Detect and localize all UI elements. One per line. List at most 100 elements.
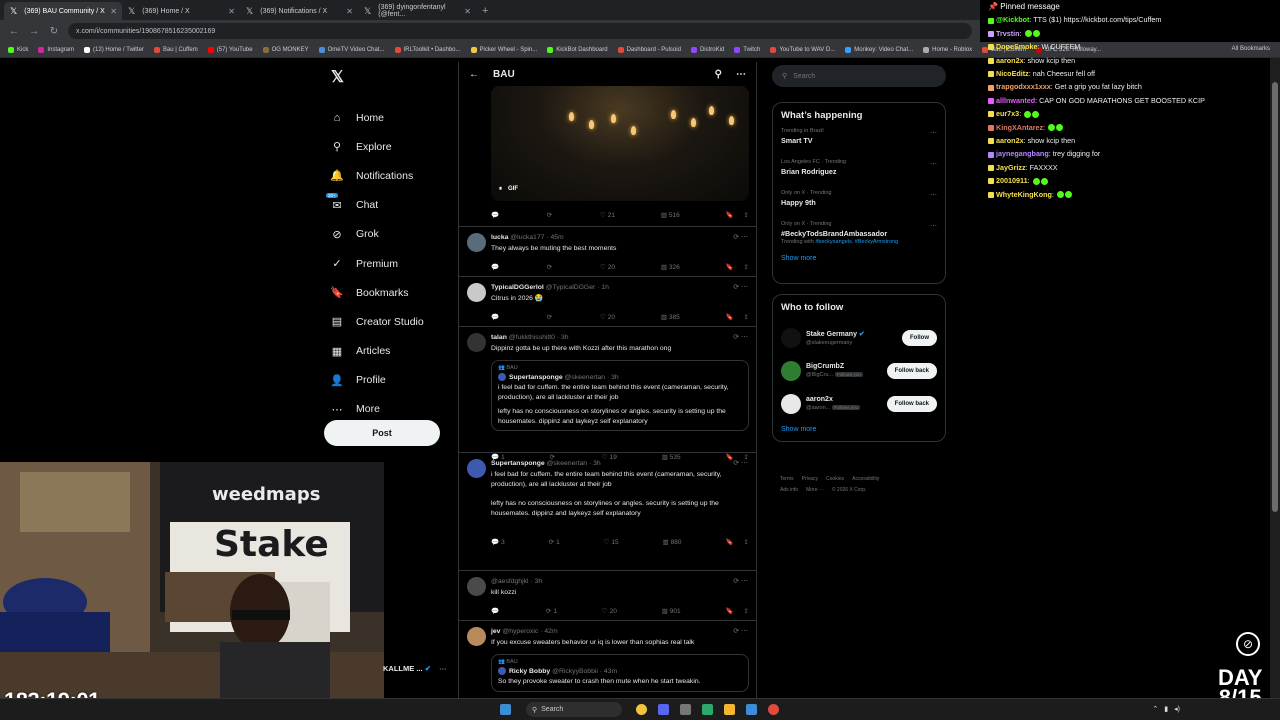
repost-button[interactable]: ⟳ — [547, 211, 554, 219]
chrome-icon[interactable] — [768, 704, 779, 715]
more-options-icon[interactable]: ⟳ ⋯ — [733, 459, 748, 467]
bookmark-item[interactable]: Monkey: Video Chat... — [845, 46, 913, 53]
nav-item-creator-studio[interactable]: ▤ Creator Studio — [324, 307, 444, 336]
nav-item-chat[interactable]: ✉ 20+ Chat — [324, 191, 444, 220]
trend-more-icon[interactable]: ⋯ — [930, 222, 937, 230]
follow-name[interactable]: aaron2x — [806, 396, 833, 403]
author-name[interactable]: talan — [491, 334, 507, 341]
account-menu-icon[interactable]: ⋯ — [439, 664, 447, 673]
footer-link[interactable]: © 2026 X Corp. — [832, 487, 867, 493]
follow-name[interactable]: BigCrumbZ — [806, 363, 844, 370]
back-arrow-icon[interactable]: ← — [469, 69, 479, 80]
tweet-time[interactable]: 3h — [561, 334, 569, 341]
tweet-time[interactable]: 45m — [550, 234, 563, 241]
bookmark-icon[interactable]: 🔖 — [725, 607, 733, 615]
footer-link[interactable]: Privacy — [802, 476, 818, 482]
nav-item-grok[interactable]: ⊘ Grok — [324, 220, 444, 249]
footer-link[interactable]: Ads info — [780, 487, 798, 493]
trend-item[interactable]: Only on X · Trending Happy 9th ⋯ — [773, 187, 945, 218]
page-scrollbar[interactable] — [1270, 58, 1280, 698]
bookmark-icon[interactable]: 🔖 — [725, 263, 733, 271]
gif-media[interactable]: ⏸ GIF — [491, 86, 749, 201]
chat-username[interactable]: alllnwanted — [996, 96, 1035, 105]
tweet-time[interactable]: 1h — [601, 284, 609, 291]
follow-button[interactable]: Follow — [902, 329, 937, 346]
chat-username[interactable]: Trvstin — [996, 29, 1020, 38]
bookmark-item[interactable]: Bau | Cuffem — [153, 46, 198, 53]
pause-icon[interactable]: ⏸ — [499, 186, 502, 193]
repost-button[interactable]: ⟳ 1 — [546, 607, 557, 616]
avatar[interactable] — [467, 233, 486, 252]
network-icon[interactable]: ▮ — [1164, 705, 1168, 713]
more-options-icon[interactable]: ⟳ ⋯ — [733, 233, 748, 241]
follow-button[interactable]: Follow back — [886, 362, 937, 379]
views-button[interactable]: ▥ 516 — [661, 211, 680, 220]
reload-icon[interactable]: ↻ — [48, 26, 60, 37]
chevron-up-icon[interactable]: ⌃ — [1152, 705, 1158, 713]
author-handle[interactable]: @aesfdghjkl — [491, 578, 529, 585]
author-name[interactable]: Supertansponge — [491, 460, 545, 467]
like-button[interactable]: ♡ 20 — [600, 263, 615, 272]
back-icon[interactable]: ← — [8, 26, 20, 37]
file-explorer-icon[interactable] — [724, 704, 735, 715]
bookmark-item[interactable]: DistroKid — [690, 46, 724, 53]
chat-username[interactable]: jaynegangbang — [996, 149, 1049, 158]
bookmark-item[interactable]: (12) Home / Twitter — [84, 46, 144, 53]
nav-item-profile[interactable]: 👤 Profile — [324, 366, 444, 395]
author-handle[interactable]: @TypicalDGGer — [546, 284, 596, 291]
nav-item-bookmarks[interactable]: 🔖 Bookmarks — [324, 278, 444, 307]
repost-button[interactable]: ⟳ 1 — [549, 538, 560, 547]
trend-more-icon[interactable]: ⋯ — [930, 191, 937, 199]
search-icon[interactable]: ⚲ — [715, 69, 722, 80]
more-options-icon[interactable]: ⟳ ⋯ — [733, 627, 748, 635]
reply-button[interactable]: 💬 — [491, 607, 501, 615]
windows-start-icon[interactable] — [500, 704, 511, 715]
close-tab-icon[interactable]: ✕ — [228, 7, 235, 16]
browser-tab[interactable]: 𝕏 (369) Notifications / X ✕ — [240, 2, 358, 20]
bookmark-item[interactable]: Twitch — [734, 46, 760, 53]
tweet-time[interactable]: 42m — [544, 628, 557, 635]
chat-username[interactable]: aaron2x — [996, 56, 1024, 65]
avatar[interactable] — [467, 459, 486, 478]
views-button[interactable]: ▥ 326 — [661, 263, 680, 272]
more-options-icon[interactable]: ⟳ ⋯ — [733, 577, 748, 585]
avatar[interactable] — [781, 393, 801, 414]
author-name[interactable]: lucka — [491, 234, 508, 241]
forward-icon[interactable]: → — [28, 26, 40, 37]
share-icon[interactable]: ⇪ — [744, 263, 749, 271]
repost-button[interactable]: ⟳ — [547, 263, 554, 271]
nav-item-home[interactable]: ⌂ Home — [324, 103, 444, 132]
chat-username[interactable]: aaron2x — [996, 136, 1024, 145]
tweet[interactable]: jev @hyperoxic · 42m ⟳ ⋯ If you excuse swe… — [459, 620, 756, 698]
author-handle[interactable]: @skeenertan — [547, 460, 588, 467]
bookmark-item[interactable]: Home - Roblox — [923, 46, 972, 53]
discord-icon[interactable] — [658, 704, 669, 715]
scrollbar-thumb[interactable] — [1272, 82, 1278, 512]
bookmark-item[interactable]: Dashboard - Pulsoid — [617, 46, 681, 53]
account-name[interactable]: KALLME ... — [383, 664, 423, 673]
tweet[interactable]: Supertansponge @skeenertan · 3h ⟳ ⋯ i feel… — [459, 452, 756, 570]
app-icon[interactable] — [746, 704, 757, 715]
new-tab-icon[interactable]: + — [482, 5, 488, 17]
nav-item-premium[interactable]: ✓ Premium — [324, 249, 444, 278]
trend-more-icon[interactable]: ⋯ — [930, 129, 937, 137]
bookmark-item[interactable]: Kick — [8, 46, 28, 53]
share-icon[interactable]: ⇪ — [744, 211, 749, 219]
footer-link[interactable]: Cookies — [826, 476, 844, 482]
author-handle[interactable]: @hyperoxic — [502, 628, 538, 635]
app-icon[interactable] — [702, 704, 713, 715]
address-bar[interactable]: x.com/i/communities/1908678516235002169 — [68, 23, 972, 39]
close-tab-icon[interactable]: ✕ — [346, 7, 353, 16]
reply-button[interactable]: 💬 — [491, 211, 501, 219]
post-button[interactable]: Post — [324, 420, 440, 446]
bookmark-item[interactable]: (57) YouTube — [207, 46, 253, 53]
footer-link[interactable]: Terms — [780, 476, 794, 482]
trend-item[interactable]: Only on X · Trending #BeckyTodsBrandAmbas… — [773, 218, 945, 249]
follow-show-more-link[interactable]: Show more — [773, 420, 945, 439]
bookmark-item[interactable]: Picker Wheel - Spin... — [470, 46, 537, 53]
browser-tab[interactable]: 𝕏 (369) BAU Community / X ✕ — [4, 2, 122, 20]
like-button[interactable]: ♡ 21 — [600, 211, 615, 220]
tweet-time[interactable]: 3h — [535, 578, 543, 585]
nav-item-explore[interactable]: ⚲ Explore — [324, 132, 444, 161]
search-input[interactable]: ⚲ Search — [772, 65, 946, 87]
